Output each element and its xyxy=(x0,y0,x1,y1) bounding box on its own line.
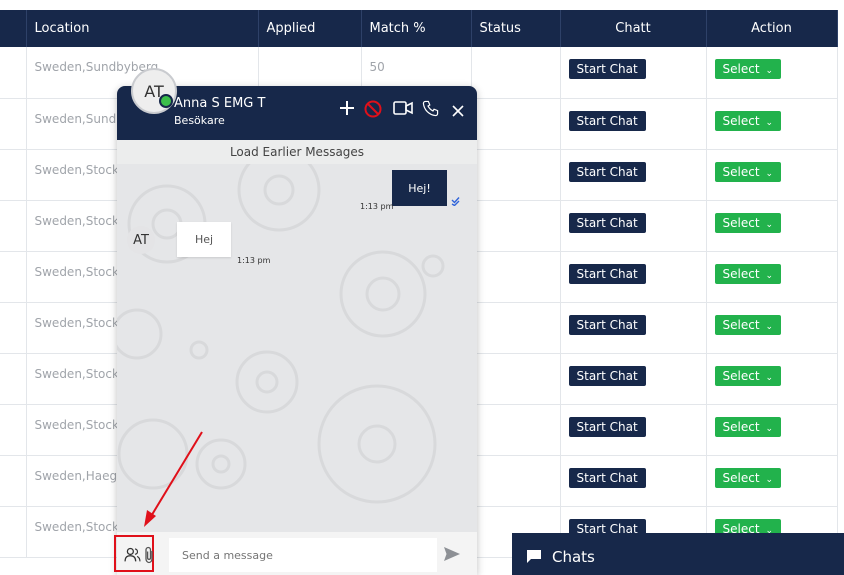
sender-avatar: AT xyxy=(127,226,155,254)
column-header-chatt: Chatt xyxy=(560,10,707,47)
chevron-down-icon: ⌄ xyxy=(765,321,774,332)
contact-avatar: AT xyxy=(131,68,177,114)
start-chat-button[interactable]: Start Chat xyxy=(568,314,646,335)
video-call-icon[interactable] xyxy=(393,100,413,116)
attachment-icon[interactable] xyxy=(143,546,155,564)
chat-messages-area: Hej! 1:13 pm AT Hej 1:13 pm xyxy=(117,164,477,532)
block-icon[interactable] xyxy=(364,100,382,118)
chevron-down-icon: ⌄ xyxy=(765,219,774,230)
start-chat-button[interactable]: Start Chat xyxy=(568,161,646,182)
chevron-down-icon: ⌄ xyxy=(765,474,774,485)
highlight-box xyxy=(114,535,154,572)
column-header-prev xyxy=(0,10,27,47)
contact-name: Anna S EMG T xyxy=(174,96,266,111)
gear-pattern-background xyxy=(117,164,445,504)
contact-role: Besökare xyxy=(174,114,225,127)
column-header-location: Location xyxy=(26,10,259,47)
column-header-status: Status xyxy=(471,10,561,47)
chevron-down-icon: ⌄ xyxy=(765,66,774,76)
start-chat-button[interactable]: Start Chat xyxy=(568,365,646,386)
online-status-dot xyxy=(159,94,173,108)
add-icon[interactable] xyxy=(339,100,355,116)
start-chat-button[interactable]: Start Chat xyxy=(568,263,646,284)
incoming-message-time: 1:13 pm xyxy=(237,256,271,265)
column-header-action: Action xyxy=(706,10,838,47)
table-header-row: Location Applied Match % Status Chatt Ac… xyxy=(0,10,838,47)
start-chat-button[interactable]: Start Chat xyxy=(568,212,646,233)
outgoing-message-time: 1:13 pm xyxy=(360,202,394,211)
column-header-applied: Applied xyxy=(258,10,362,47)
start-chat-button[interactable]: Start Chat xyxy=(568,59,646,79)
column-header-match: Match % xyxy=(361,10,472,47)
load-earlier-messages-link[interactable]: Load Earlier Messages xyxy=(117,140,477,164)
double-check-icon xyxy=(451,197,460,206)
chat-header: AT Anna S EMG T Besökare xyxy=(117,68,477,140)
chat-window: AT Anna S EMG T Besökare Load Earlier Me… xyxy=(114,68,477,575)
chevron-down-icon: ⌄ xyxy=(765,372,774,383)
select-dropdown[interactable]: Select ⌄ xyxy=(714,161,782,182)
chat-bubble-icon xyxy=(527,550,541,563)
chevron-down-icon: ⌄ xyxy=(765,117,774,128)
select-dropdown[interactable]: Select ⌄ xyxy=(714,59,782,79)
incoming-message-bubble: Hej xyxy=(177,222,231,257)
select-dropdown[interactable]: Select ⌄ xyxy=(714,110,782,131)
top-strip xyxy=(0,0,844,10)
phone-icon[interactable] xyxy=(422,100,439,117)
select-dropdown[interactable]: Select ⌄ xyxy=(714,263,782,284)
close-icon[interactable] xyxy=(452,105,464,117)
start-chat-button[interactable]: Start Chat xyxy=(568,416,646,437)
chats-label: Chats xyxy=(552,548,595,566)
message-input[interactable] xyxy=(169,538,437,572)
chevron-down-icon: ⌄ xyxy=(765,168,774,179)
select-dropdown[interactable]: Select ⌄ xyxy=(714,365,782,386)
outgoing-message-bubble: Hej! xyxy=(392,170,447,206)
chats-bar[interactable]: Chats xyxy=(512,533,844,575)
send-icon[interactable] xyxy=(443,546,461,562)
select-dropdown[interactable]: Select ⌄ xyxy=(714,467,782,488)
start-chat-button[interactable]: Start Chat xyxy=(568,110,646,131)
chevron-down-icon: ⌄ xyxy=(765,423,774,434)
chevron-down-icon: ⌄ xyxy=(765,270,774,281)
select-dropdown[interactable]: Select ⌄ xyxy=(714,212,782,233)
select-dropdown[interactable]: Select ⌄ xyxy=(714,416,782,437)
select-dropdown[interactable]: Select ⌄ xyxy=(714,314,782,335)
chat-input-bar xyxy=(114,532,477,575)
participants-icon[interactable] xyxy=(124,547,141,563)
start-chat-button[interactable]: Start Chat xyxy=(568,467,646,488)
